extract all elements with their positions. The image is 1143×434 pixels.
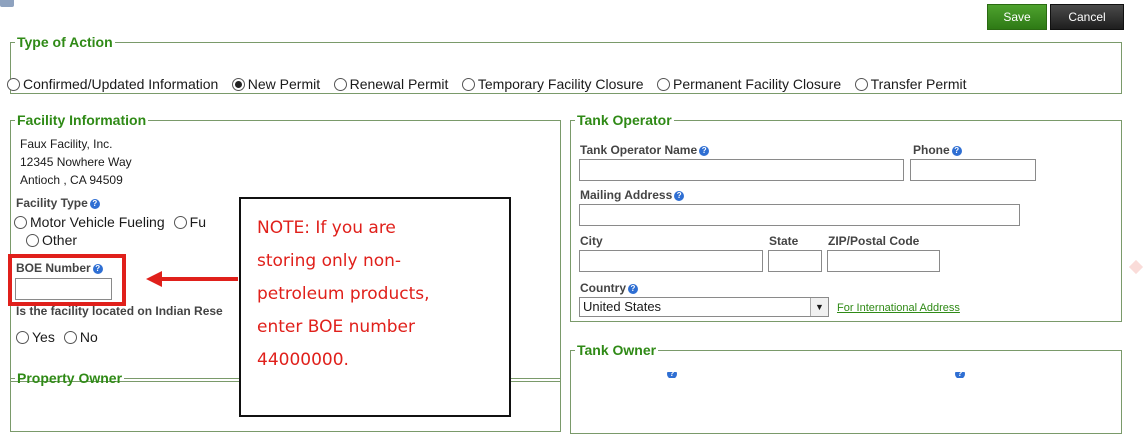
chevron-down-icon[interactable]: ▼ xyxy=(810,298,828,316)
radio-icon[interactable] xyxy=(7,78,20,91)
facility-type-motor-vehicle[interactable]: Motor Vehicle Fueling xyxy=(14,214,165,230)
action-options: Confirmed/Updated Information New Permit… xyxy=(7,76,976,94)
action-option-temp-closure[interactable]: Temporary Facility Closure xyxy=(461,76,644,92)
facility-type-options: Motor Vehicle Fueling Fu xyxy=(14,214,215,230)
action-option-renewal[interactable]: Renewal Permit xyxy=(333,76,448,92)
help-icon[interactable]: ? xyxy=(89,199,100,209)
facility-type-fuel[interactable]: Fu xyxy=(173,214,206,230)
facility-information-legend: Facility Information xyxy=(17,112,147,128)
zip-label: ZIP/Postal Code xyxy=(828,234,920,248)
tank-owner-partial-row: ? ? xyxy=(580,372,980,378)
help-icon: ? xyxy=(667,372,677,378)
radio-icon[interactable] xyxy=(173,216,187,229)
country-selected-value: United States xyxy=(583,299,662,314)
help-icon[interactable]: ? xyxy=(951,146,962,156)
action-option-confirmed[interactable]: Confirmed/Updated Information xyxy=(7,76,218,92)
action-option-transfer[interactable]: Transfer Permit xyxy=(854,76,967,92)
tank-owner-fieldset: Tank Owner xyxy=(570,342,1122,434)
help-icon[interactable]: ? xyxy=(699,146,710,156)
radio-icon[interactable] xyxy=(63,331,77,344)
radio-selected-icon[interactable] xyxy=(231,78,245,91)
note-line: enter BOE number xyxy=(257,317,415,337)
radio-icon[interactable] xyxy=(657,78,671,91)
radio-icon[interactable] xyxy=(26,234,39,247)
print-icon[interactable] xyxy=(0,0,14,7)
cancel-button[interactable]: Cancel xyxy=(1050,4,1124,30)
zip-input[interactable] xyxy=(827,250,940,272)
help-icon[interactable]: ? xyxy=(674,191,685,201)
mailing-address-label: Mailing Address? xyxy=(580,188,685,202)
note-line: petroleum products, xyxy=(257,284,430,304)
help-icon: ? xyxy=(955,372,965,378)
state-input[interactable] xyxy=(768,250,822,272)
callout-arrow-head xyxy=(146,271,162,287)
indian-no-option[interactable]: No xyxy=(63,329,98,345)
state-label: State xyxy=(769,234,799,248)
mailing-address-input[interactable] xyxy=(579,204,1020,226)
property-owner-legend: Property Owner xyxy=(17,370,123,386)
callout-arrow-line xyxy=(160,277,238,281)
city-label: City xyxy=(580,234,603,248)
tank-operator-legend: Tank Operator xyxy=(577,112,672,128)
radio-icon[interactable] xyxy=(854,78,868,91)
indian-reservation-options: Yes No xyxy=(16,329,107,345)
tank-owner-legend: Tank Owner xyxy=(577,342,657,358)
facility-street: 12345 Nowhere Way xyxy=(20,155,132,169)
indian-yes-option[interactable]: Yes xyxy=(16,329,55,345)
tank-operator-name-label: Tank Operator Name? xyxy=(580,143,710,157)
radio-icon[interactable] xyxy=(333,78,347,91)
boe-highlight-box xyxy=(8,254,126,306)
indian-reservation-question: Is the facility located on Indian Rese xyxy=(16,304,223,318)
type-of-action-legend: Type of Action xyxy=(17,34,113,50)
country-select[interactable]: United States ▼ xyxy=(579,297,829,317)
note-callout: NOTE: If you are storing only non- petro… xyxy=(239,197,511,417)
city-input[interactable] xyxy=(579,250,763,272)
note-line: 44000000. xyxy=(257,350,349,370)
note-line: storing only non- xyxy=(257,251,402,271)
save-button[interactable]: Save xyxy=(987,4,1047,30)
right-edge-watermark xyxy=(1128,259,1143,275)
help-icon[interactable]: ? xyxy=(628,284,638,294)
phone-input[interactable] xyxy=(910,159,1036,181)
radio-icon[interactable] xyxy=(461,78,475,91)
facility-city-line: Antioch , CA 94509 xyxy=(20,173,123,187)
international-address-link[interactable]: For International Address xyxy=(837,302,960,314)
note-line: NOTE: If you are xyxy=(257,218,396,238)
radio-icon[interactable] xyxy=(14,216,27,229)
facility-type-label: Facility Type? xyxy=(16,196,100,210)
action-option-new-permit[interactable]: New Permit xyxy=(231,76,320,92)
action-option-perm-closure[interactable]: Permanent Facility Closure xyxy=(657,76,841,92)
radio-icon[interactable] xyxy=(16,331,29,344)
country-label: Country? xyxy=(580,281,638,295)
facility-type-other[interactable]: Other xyxy=(26,232,77,248)
phone-label: Phone? xyxy=(913,143,962,157)
tank-operator-name-input[interactable] xyxy=(579,159,904,181)
type-of-action-fieldset: Type of Action Confirmed/Updated Informa… xyxy=(7,34,1122,94)
facility-name: Faux Facility, Inc. xyxy=(20,137,113,151)
